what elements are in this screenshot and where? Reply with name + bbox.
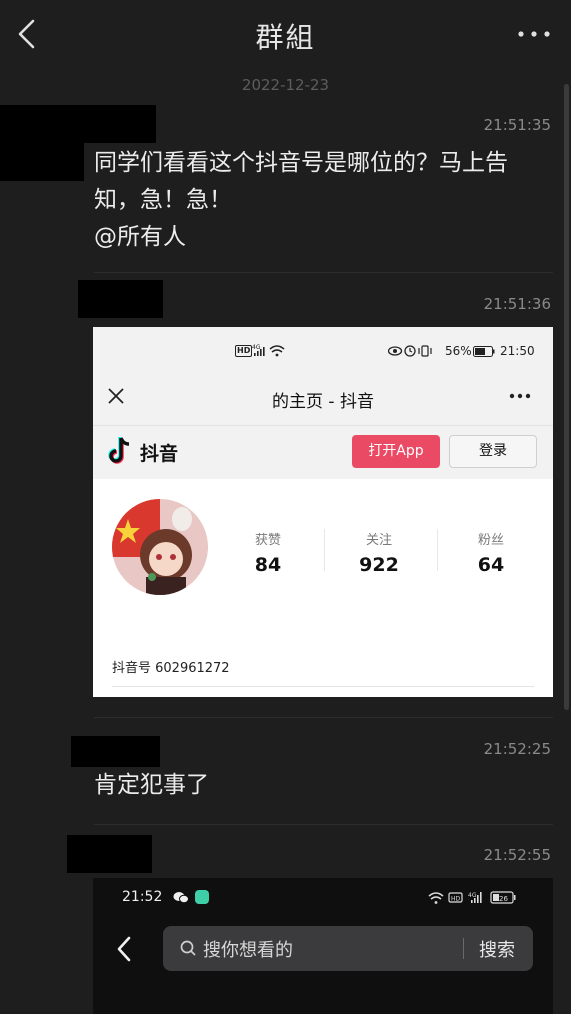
search-icon — [180, 940, 196, 956]
mention-all: @所有人 — [94, 224, 186, 250]
message-timestamp: 21:52:25 — [483, 740, 551, 758]
wechat-icon — [173, 892, 189, 904]
nav-title: 的主页 - 抖音 — [272, 392, 374, 412]
douyin-id: 抖音号 602961272 — [112, 661, 230, 676]
divider — [463, 938, 464, 959]
redacted-sender-name — [71, 736, 160, 767]
stat-likes: 获赞 84 — [223, 529, 313, 576]
more-options-icon[interactable] — [517, 24, 551, 44]
stat-label: 关注 — [365, 533, 392, 548]
redacted-sender-name — [78, 280, 163, 318]
more-options-icon[interactable] — [509, 393, 531, 399]
message-line: 知，急！急！ — [94, 187, 232, 213]
svg-text:4G: 4G — [468, 892, 477, 899]
search-input[interactable]: 搜你想看的 — [203, 936, 293, 962]
page-title: 群組 — [255, 21, 316, 54]
scrollbar[interactable] — [564, 84, 569, 710]
redacted-sender-name — [0, 105, 156, 143]
search-bar[interactable]: 搜你想看的 搜索 — [163, 926, 533, 971]
status-time: 21:52 — [122, 889, 163, 905]
message-timestamp: 21:52:55 — [483, 846, 551, 864]
login-button[interactable]: 登录 — [449, 435, 537, 468]
battery-percent: 56% — [445, 344, 472, 358]
battery-icon — [473, 346, 495, 357]
open-app-button[interactable]: 打开App — [352, 435, 440, 468]
signal-wifi-icon: 4G — [252, 344, 285, 357]
message-text[interactable]: 同学们看看这个抖音号是哪位的？马上告 知，急！急！ @所有人 — [94, 145, 556, 256]
svg-text:HD: HD — [451, 896, 461, 903]
divider — [94, 272, 553, 273]
divider — [112, 686, 534, 687]
stat-value: 64 — [477, 554, 505, 576]
divider — [94, 824, 553, 825]
date-separator: 2022-12-23 — [241, 76, 330, 94]
stat-label: 获赞 — [254, 533, 281, 548]
stat-divider — [324, 529, 325, 571]
message-timestamp: 21:51:36 — [483, 295, 551, 313]
message-text[interactable]: 肯定犯事了 — [94, 767, 556, 804]
brand-name: 抖音 — [140, 443, 179, 465]
top-bar: 群組 — [0, 0, 571, 68]
douyin-profile-screenshot[interactable]: HD 4G 56% 21:50 的主页 - 抖音 抖音 打开App 登录 获赞 … — [93, 327, 553, 697]
divider — [94, 717, 553, 718]
profile-avatar[interactable] — [112, 497, 208, 597]
stat-followers[interactable]: 粉丝 64 — [446, 529, 536, 576]
douyin-logo-icon — [108, 437, 130, 464]
search-screenshot[interactable]: 21:52 HD 4G 26 搜你想看的 搜索 — [93, 878, 553, 1014]
message-line: 同学们看看这个抖音号是哪位的？马上告 — [94, 150, 508, 176]
status-icons: HD 4G 26 — [428, 891, 516, 904]
stat-label: 粉丝 — [477, 533, 504, 548]
search-button[interactable]: 搜索 — [479, 936, 515, 962]
svg-text:26: 26 — [499, 895, 508, 903]
svg-text:4G: 4G — [252, 344, 261, 351]
redacted-avatar — [0, 140, 84, 181]
app-notification-icon — [195, 890, 209, 904]
redacted-sender-name — [67, 835, 152, 873]
status-icons — [388, 345, 432, 357]
stat-value: 922 — [359, 554, 399, 576]
stat-value: 84 — [254, 554, 282, 576]
message-timestamp: 21:51:35 — [483, 116, 551, 134]
back-arrow-icon[interactable] — [115, 935, 133, 963]
stat-divider — [437, 529, 438, 571]
status-time: 21:50 — [500, 344, 535, 358]
phone-status-bar: HD 4G 56% 21:50 — [93, 327, 553, 379]
hd-icon: HD — [235, 345, 253, 357]
stat-following[interactable]: 关注 922 — [334, 529, 424, 576]
